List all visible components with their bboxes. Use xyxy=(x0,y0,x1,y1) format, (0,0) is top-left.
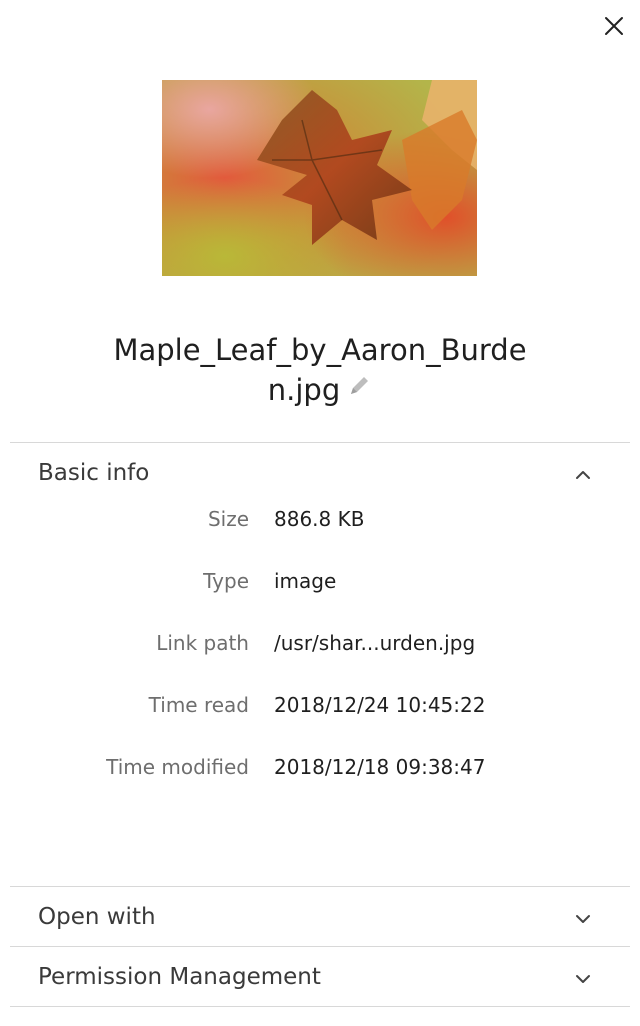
chevron-down-icon xyxy=(576,975,590,983)
file-name-title: Maple_Leaf_by_Aaron_Burden.jpg xyxy=(110,330,530,410)
close-button[interactable] xyxy=(598,10,630,42)
info-key: Size xyxy=(207,507,249,531)
info-row-type: Type image xyxy=(0,569,640,599)
basic-info-header[interactable]: Basic info xyxy=(10,446,630,504)
divider xyxy=(10,442,630,443)
info-row-link-path: Link path /usr/shar...urden.jpg xyxy=(0,631,640,661)
close-icon xyxy=(605,17,623,35)
permission-management-header[interactable]: Permission Management xyxy=(10,950,630,1008)
info-key: Time modified xyxy=(106,755,249,779)
file-name-text: Maple_Leaf_by_Aaron_Burden.jpg xyxy=(113,333,527,407)
divider xyxy=(10,946,630,947)
info-key: Link path xyxy=(156,631,249,655)
chevron-down-icon xyxy=(576,915,590,923)
file-thumbnail xyxy=(162,80,477,276)
edit-filename-button[interactable] xyxy=(346,369,372,409)
chevron-up-icon xyxy=(576,471,590,479)
divider xyxy=(10,1006,630,1007)
info-value: 2018/12/24 10:45:22 xyxy=(274,693,486,717)
info-value: /usr/shar...urden.jpg xyxy=(274,631,476,655)
info-value: 2018/12/18 09:38:47 xyxy=(274,755,486,779)
divider xyxy=(10,886,630,887)
info-value: 886.8 KB xyxy=(274,507,365,531)
info-row-size: Size 886.8 KB xyxy=(0,507,640,537)
info-key: Type xyxy=(203,569,249,593)
basic-info-title: Basic info xyxy=(38,460,150,486)
info-row-time-modified: Time modified 2018/12/18 09:38:47 xyxy=(0,755,640,785)
permission-management-title: Permission Management xyxy=(38,964,321,990)
pencil-icon xyxy=(351,377,369,394)
open-with-title: Open with xyxy=(38,904,156,930)
info-row-time-read: Time read 2018/12/24 10:45:22 xyxy=(0,693,640,723)
info-key: Time read xyxy=(148,693,249,717)
file-properties-dialog: Maple_Leaf_by_Aaron_Burden.jpg Basic inf… xyxy=(0,0,640,1026)
info-value: image xyxy=(274,569,337,593)
open-with-header[interactable]: Open with xyxy=(10,890,630,948)
